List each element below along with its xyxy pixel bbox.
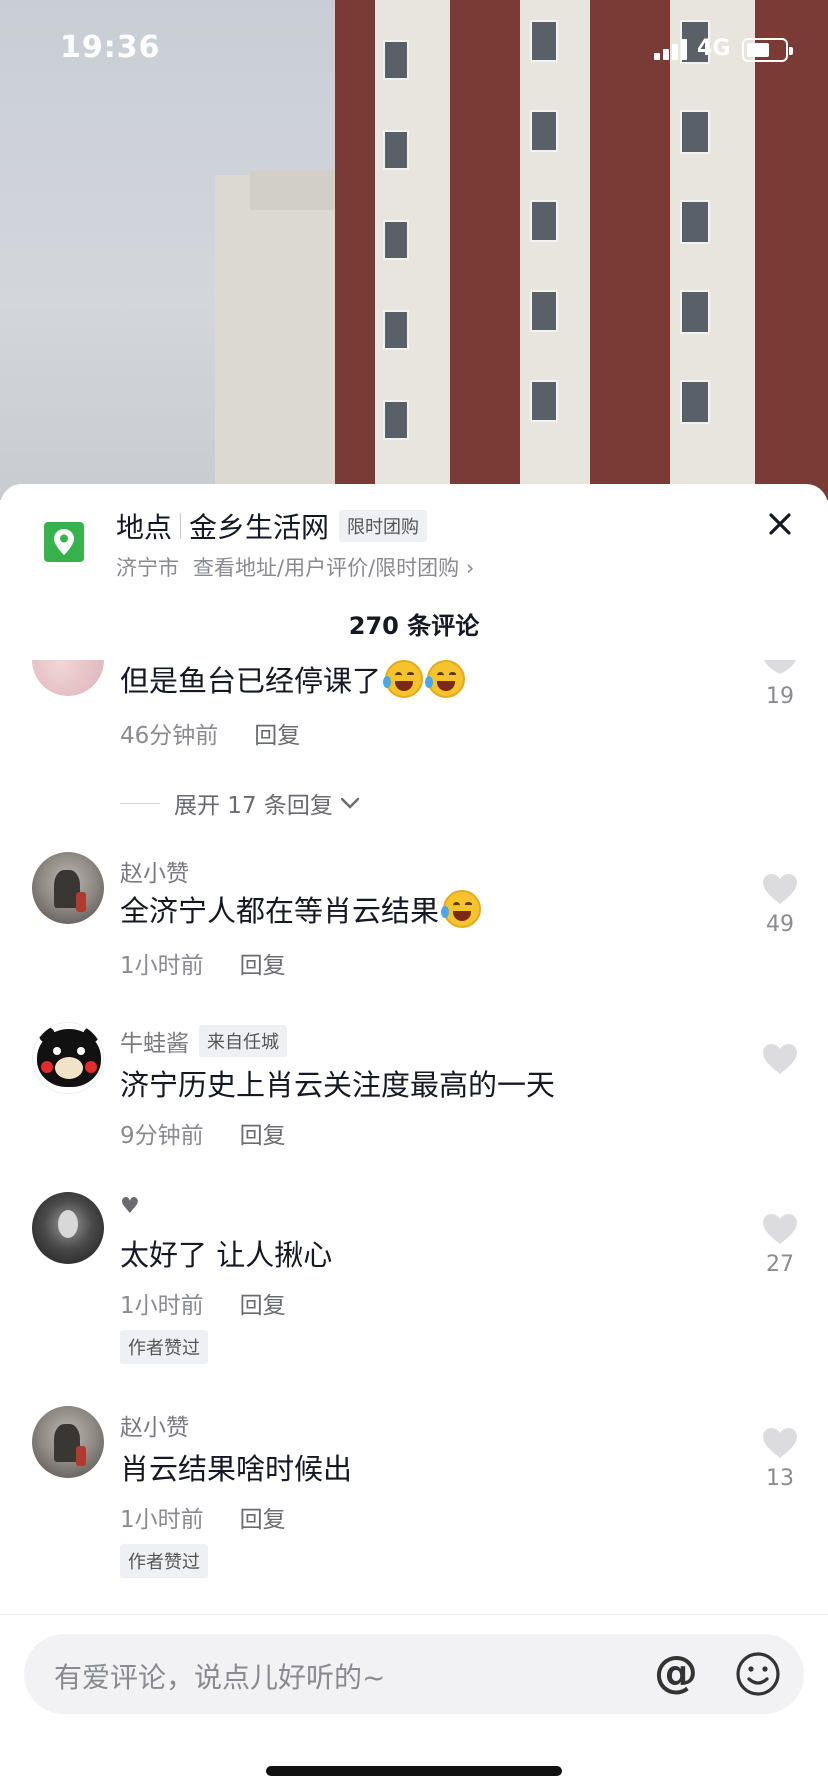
title-divider — [180, 513, 182, 539]
avatar[interactable] — [32, 660, 104, 696]
comment-input[interactable]: 有爱评论，说点儿好听的~ @ — [24, 1634, 804, 1714]
comment-author[interactable]: 赵小赞 — [120, 854, 189, 888]
laugh-cry-emoji-icon — [425, 660, 466, 698]
status-bar: 19:36 4G — [0, 0, 828, 100]
location-link[interactable]: 查看地址/用户评价/限时团购 › — [193, 556, 474, 580]
comment-meta: 1小时前 回复 — [120, 946, 286, 980]
comment-text-content: 全济宁人都在等肖云结果 — [120, 894, 440, 928]
location-city: 济宁市 — [116, 556, 179, 580]
expand-replies-label: 展开 17 条回复 — [174, 793, 333, 819]
status-time: 19:36 — [60, 30, 161, 65]
comment-time: 46分钟前 — [120, 723, 219, 749]
like-count: 27 — [766, 1252, 794, 1277]
comment-time: 1小时前 — [120, 1293, 204, 1319]
location-subtitle[interactable]: 济宁市 查看地址/用户评价/限时团购 › — [116, 552, 474, 582]
like-button[interactable]: 13 — [754, 1426, 806, 1491]
avatar[interactable] — [32, 1022, 104, 1094]
comment-author-row: 牛蛙酱 来自任城 — [120, 1024, 287, 1058]
emoji-picker-icon[interactable] — [734, 1650, 782, 1698]
reply-button[interactable]: 回复 — [240, 1123, 286, 1149]
location-title[interactable]: 地点 金乡生活网 限时团购 — [116, 506, 428, 546]
comment-time: 9分钟前 — [120, 1123, 204, 1149]
comment-meta: 46分钟前 回复 — [120, 716, 300, 750]
heart-icon — [763, 1428, 797, 1458]
location-prefix: 地点 — [116, 511, 173, 544]
comment-meta: 1小时前 回复 — [120, 1286, 286, 1320]
expand-replies-button[interactable]: 展开 17 条回复 — [120, 786, 361, 820]
heart-icon — [763, 1044, 797, 1074]
mention-button[interactable]: @ — [652, 1650, 700, 1698]
avatar[interactable] — [32, 1192, 104, 1264]
comment-time: 1小时前 — [120, 953, 204, 979]
like-button[interactable]: 19 — [754, 660, 806, 709]
limited-deal-tag: 限时团购 — [339, 510, 428, 542]
close-icon[interactable] — [762, 506, 798, 542]
comment-meta: 9分钟前 回复 — [120, 1116, 286, 1150]
location-tag: 来自任城 — [199, 1025, 287, 1057]
heart-icon — [763, 1214, 797, 1244]
input-divider — [0, 1614, 828, 1615]
comment-count: 270 条评论 — [348, 612, 480, 640]
battery-icon — [742, 38, 793, 62]
like-count: 49 — [766, 912, 794, 937]
comment-author[interactable]: 赵小赞 — [120, 1408, 189, 1442]
comment-author[interactable]: ♥ — [120, 1194, 140, 1219]
comment-meta: 1小时前 回复 — [120, 1500, 286, 1534]
location-name: 金乡生活网 — [189, 511, 330, 544]
comment-author[interactable]: 牛蛙酱 — [120, 1024, 189, 1058]
home-indicator[interactable] — [266, 1766, 562, 1776]
like-count: 13 — [766, 1466, 794, 1491]
signal-icon — [654, 38, 690, 60]
comment-text: 但是鱼台已经停课了 — [120, 658, 466, 700]
heart-icon — [764, 660, 796, 674]
chevron-down-icon — [340, 797, 360, 809]
like-button[interactable] — [754, 1042, 806, 1082]
reply-button[interactable]: 回复 — [240, 953, 286, 979]
avatar[interactable] — [32, 852, 104, 924]
reply-button[interactable]: 回复 — [240, 1293, 286, 1319]
comment-text-content: 但是鱼台已经停课了 — [120, 664, 382, 698]
heart-icon — [763, 874, 797, 904]
avatar[interactable] — [32, 1406, 104, 1478]
comment-text: 太好了 让人揪心 — [120, 1238, 333, 1272]
author-liked-tag: 作者赞过 — [120, 1330, 208, 1364]
comment-text: 济宁历史上肖云关注度最高的一天 — [120, 1068, 556, 1102]
like-button[interactable]: 49 — [754, 872, 806, 937]
location-pin-icon[interactable] — [44, 522, 84, 562]
author-liked-tag: 作者赞过 — [120, 1544, 208, 1578]
comment-input-placeholder: 有爱评论，说点儿好听的~ — [54, 1661, 386, 1694]
laugh-cry-emoji-icon — [383, 660, 424, 698]
comment-time: 1小时前 — [120, 1507, 204, 1533]
laugh-cry-emoji-icon — [441, 890, 482, 928]
network-type: 4G — [697, 36, 731, 61]
like-count: 19 — [766, 684, 794, 709]
reply-button[interactable]: 回复 — [254, 723, 300, 749]
comment-text: 全济宁人都在等肖云结果 — [120, 888, 482, 930]
expand-divider — [120, 802, 160, 804]
reply-button[interactable]: 回复 — [240, 1507, 286, 1533]
like-button[interactable]: 27 — [754, 1212, 806, 1277]
comment-text: 肖云结果啥时候出 — [120, 1452, 353, 1486]
